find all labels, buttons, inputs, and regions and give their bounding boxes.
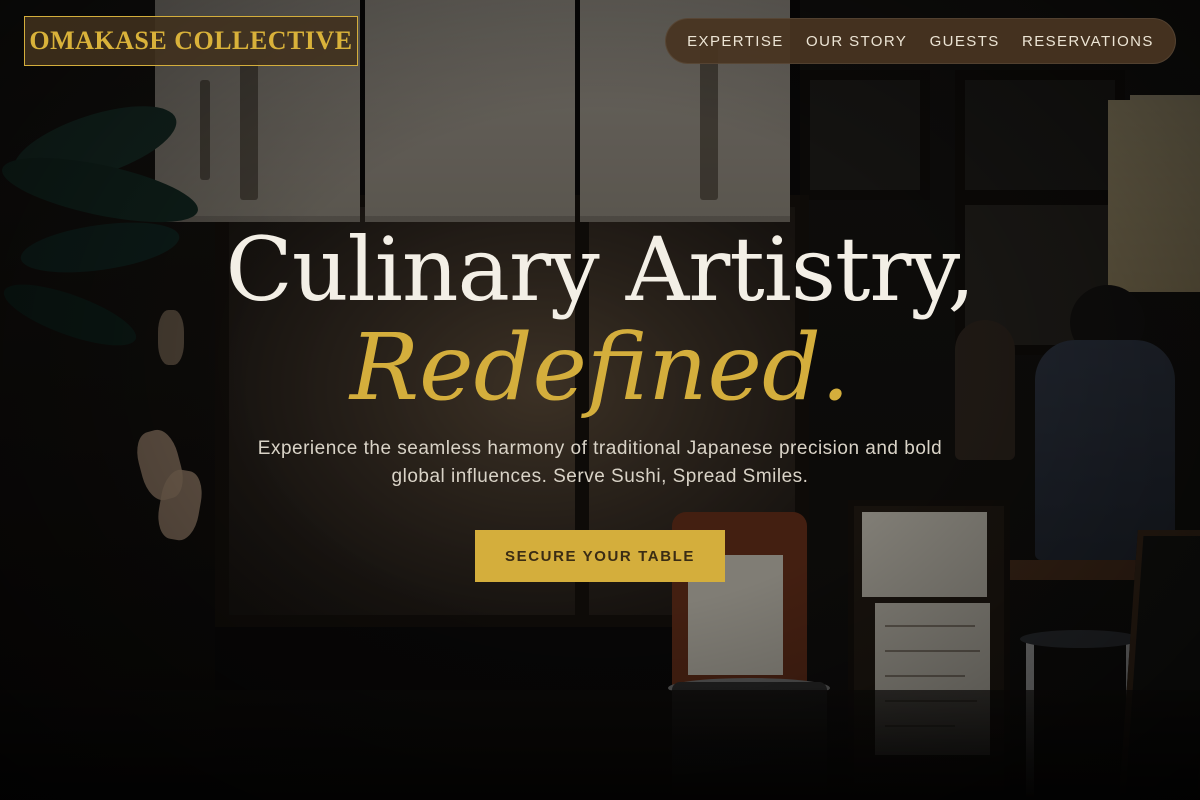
brand-logo[interactable]: OMAKASE COLLECTIVE	[24, 16, 358, 66]
hero-title: Culinary Artistry,	[225, 218, 976, 321]
hero-subtitle: Experience the seamless harmony of tradi…	[257, 438, 943, 487]
main-nav: EXPERTISE OUR STORY GUESTS RESERVATIONS	[665, 18, 1176, 64]
brand-name: OMAKASE COLLECTIVE	[29, 26, 353, 55]
nav-link-expertise[interactable]: EXPERTISE	[679, 27, 792, 56]
nav-link-guests[interactable]: GUESTS	[922, 27, 1008, 56]
secure-table-button[interactable]: SECURE YOUR TABLE	[475, 530, 725, 582]
nav-link-reservations[interactable]: RESERVATIONS	[1014, 27, 1162, 56]
hero-accent-text: Redefined.	[349, 314, 851, 421]
nav-link-our-story[interactable]: OUR STORY	[798, 27, 915, 56]
